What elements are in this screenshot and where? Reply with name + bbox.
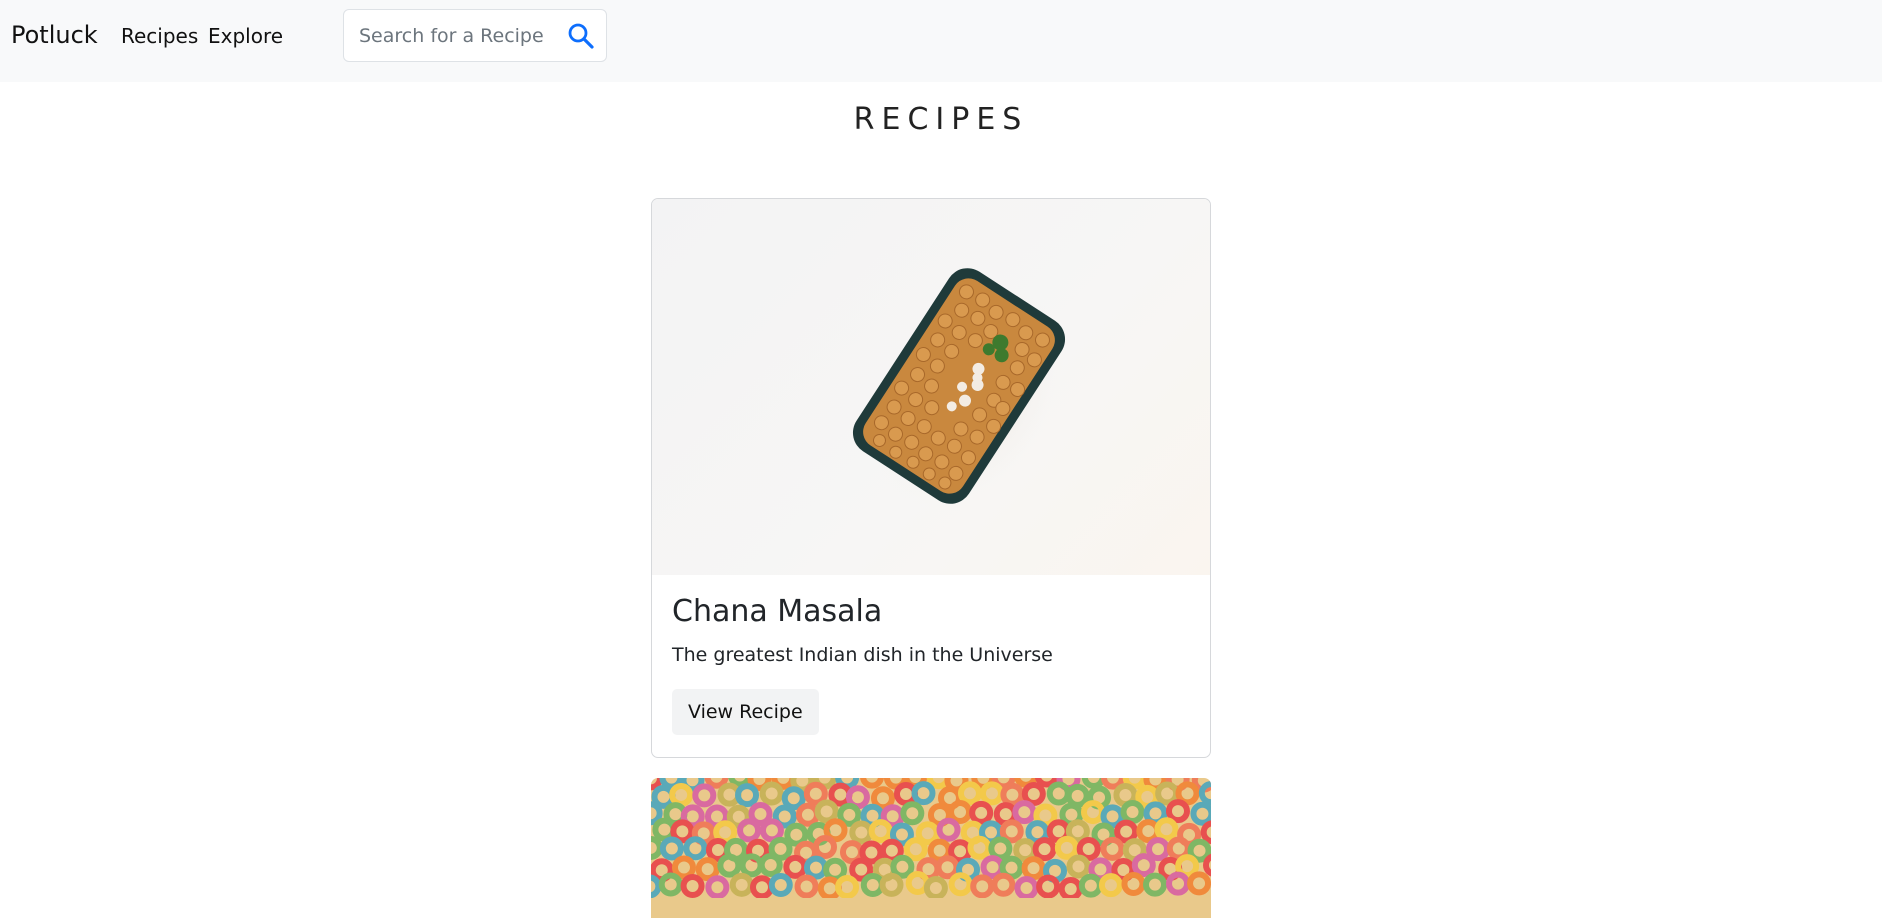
- search-icon: [568, 23, 594, 49]
- chickpea-container-image: [652, 199, 1210, 575]
- page-title: RECIPES: [853, 102, 1029, 137]
- recipe-card-2: [651, 778, 1211, 918]
- nav-link-explore[interactable]: Explore: [208, 24, 283, 48]
- fruit-loops-cereal-image: [651, 778, 1211, 898]
- search-button[interactable]: [566, 21, 596, 51]
- brand-logo[interactable]: Potluck: [11, 20, 98, 50]
- navbar: Potluck Recipes Explore: [0, 0, 1882, 82]
- recipe-card: Chana Masala The greatest Indian dish in…: [651, 198, 1211, 758]
- view-recipe-button[interactable]: View Recipe: [672, 689, 819, 735]
- recipe-description: The greatest Indian dish in the Universe: [672, 644, 1053, 666]
- search-input[interactable]: [344, 10, 554, 61]
- recipe-title: Chana Masala: [672, 594, 883, 629]
- nav-link-recipes[interactable]: Recipes: [121, 24, 198, 48]
- search-form: [343, 9, 607, 62]
